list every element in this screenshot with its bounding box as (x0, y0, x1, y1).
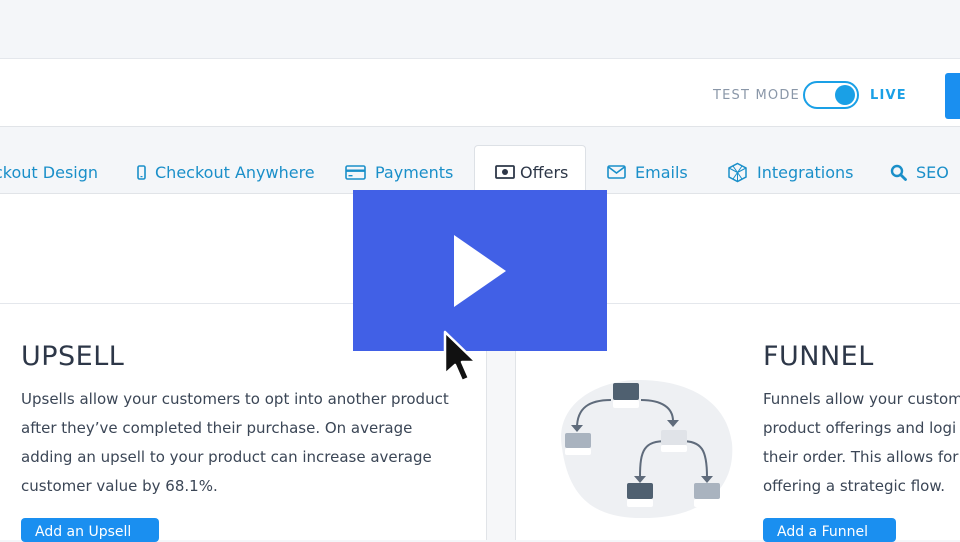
add-upsell-button[interactable]: Add an Upsell (21, 518, 159, 542)
credit-card-icon (345, 164, 366, 180)
tab-label: Integrations (757, 162, 854, 182)
add-funnel-button[interactable]: Add a Funnel (763, 518, 896, 542)
funnel-title: FUNNEL (763, 341, 874, 372)
toggle-knob (835, 85, 855, 105)
tab-checkout-anywhere[interactable]: Checkout Anywhere (137, 161, 315, 183)
tab-emails[interactable]: Emails (607, 161, 688, 183)
live-label: LIVE (870, 88, 907, 103)
tab-offers[interactable]: Offers (495, 161, 568, 183)
tab-label: Payments (375, 162, 454, 182)
mode-toggle[interactable] (803, 81, 859, 109)
envelope-icon (607, 165, 626, 179)
money-icon (495, 165, 515, 179)
funnel-illustration (544, 378, 734, 519)
tab-seo[interactable]: SEO (890, 161, 949, 183)
cube-icon (727, 162, 748, 183)
mouse-pointer-icon (442, 330, 482, 392)
browser-top-bar (0, 0, 960, 59)
tab-label: ckout Design (0, 162, 99, 182)
play-icon (454, 234, 506, 307)
video-play-button[interactable] (353, 190, 607, 351)
tab-checkout-design[interactable]: ckout Design (0, 161, 98, 183)
mobile-icon (137, 164, 146, 180)
tab-label: SEO (916, 162, 949, 182)
upsell-description: Upsells allow your customers to opt into… (21, 390, 449, 495)
tab-label: Checkout Anywhere (155, 162, 315, 182)
tab-label: Offers (520, 162, 569, 182)
tab-integrations[interactable]: Integrations (727, 161, 854, 183)
tab-payments[interactable]: Payments (345, 161, 453, 183)
upsell-title: UPSELL (21, 341, 125, 372)
header-action-button[interactable] (945, 73, 960, 119)
search-icon (890, 164, 907, 181)
funnel-description: Funnels allow your custom product offeri… (763, 390, 960, 495)
tab-label: Emails (635, 162, 688, 182)
test-mode-label: TEST MODE (713, 88, 800, 103)
